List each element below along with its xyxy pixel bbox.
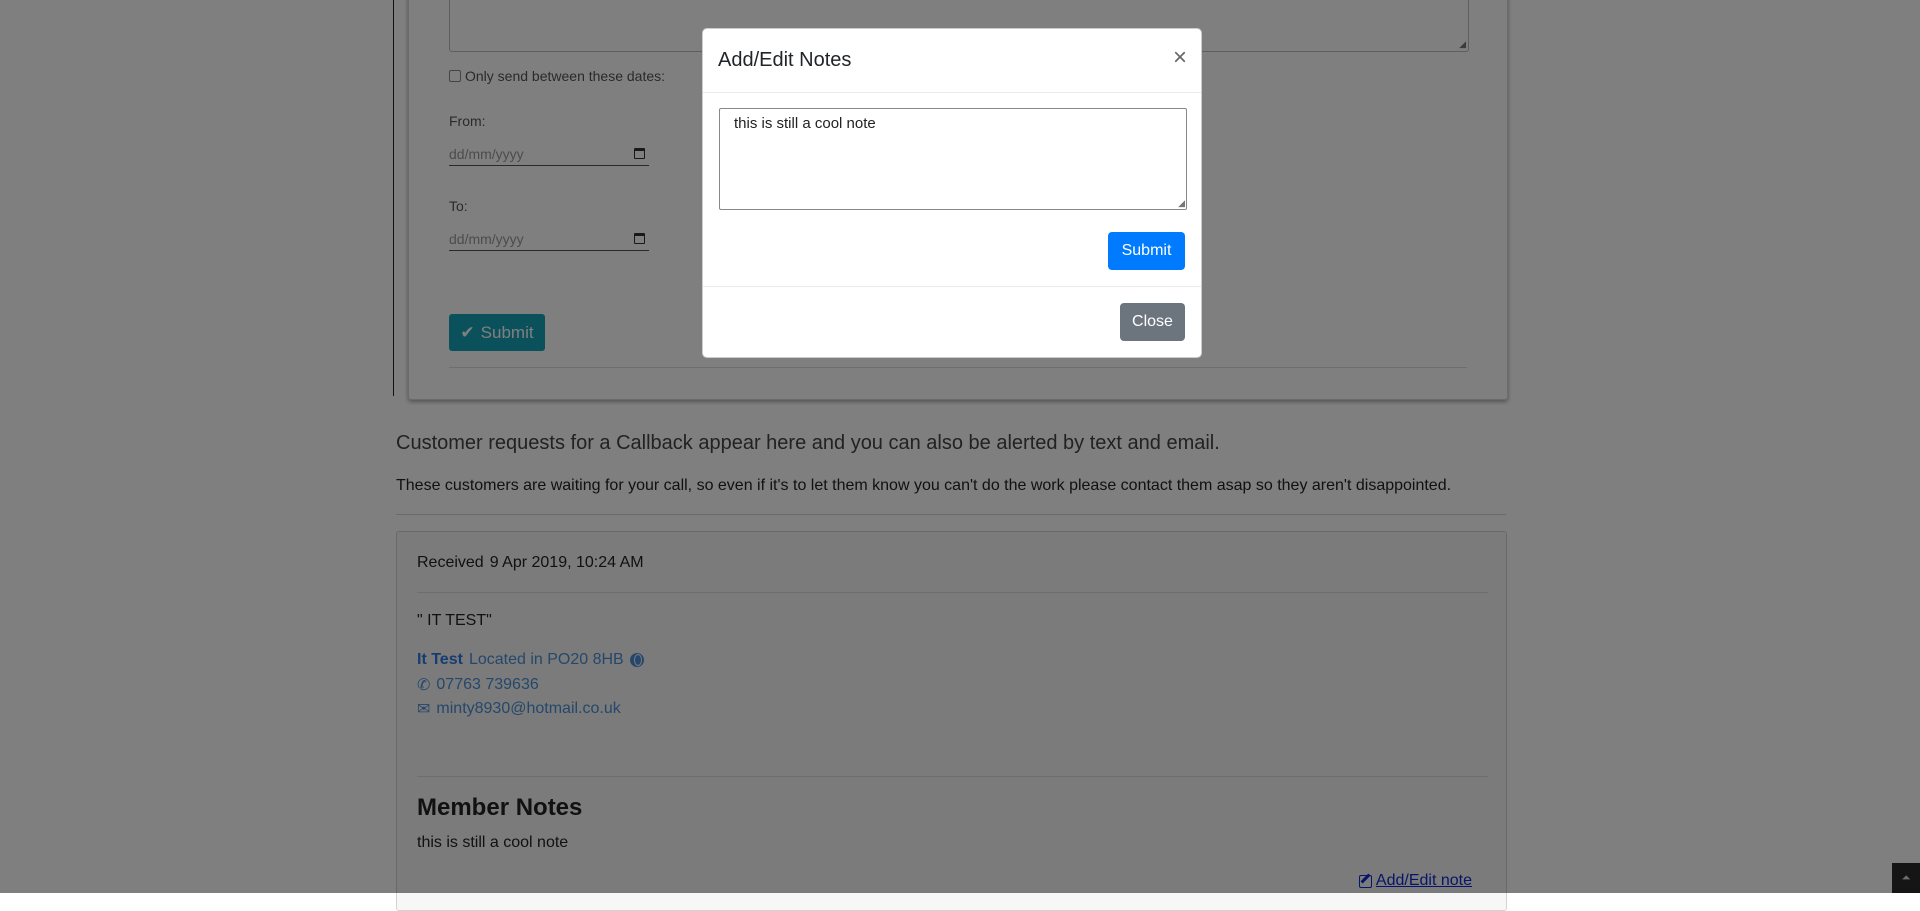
resize-grip-icon[interactable]: ◢ bbox=[1178, 199, 1185, 208]
modal-close-button[interactable]: Close bbox=[1120, 303, 1185, 341]
modal-header: Add/Edit Notes × bbox=[703, 29, 1201, 93]
add-edit-notes-modal: Add/Edit Notes × this is still a cool no… bbox=[702, 28, 1202, 358]
modal-submit-button[interactable]: Submit bbox=[1108, 232, 1185, 270]
modal-footer-divider bbox=[703, 286, 1201, 287]
note-textarea-value: this is still a cool note bbox=[734, 115, 876, 132]
modal-title: Add/Edit Notes bbox=[718, 49, 852, 71]
close-icon[interactable]: × bbox=[1173, 43, 1187, 73]
note-textarea[interactable]: this is still a cool note ◢ bbox=[719, 108, 1187, 210]
